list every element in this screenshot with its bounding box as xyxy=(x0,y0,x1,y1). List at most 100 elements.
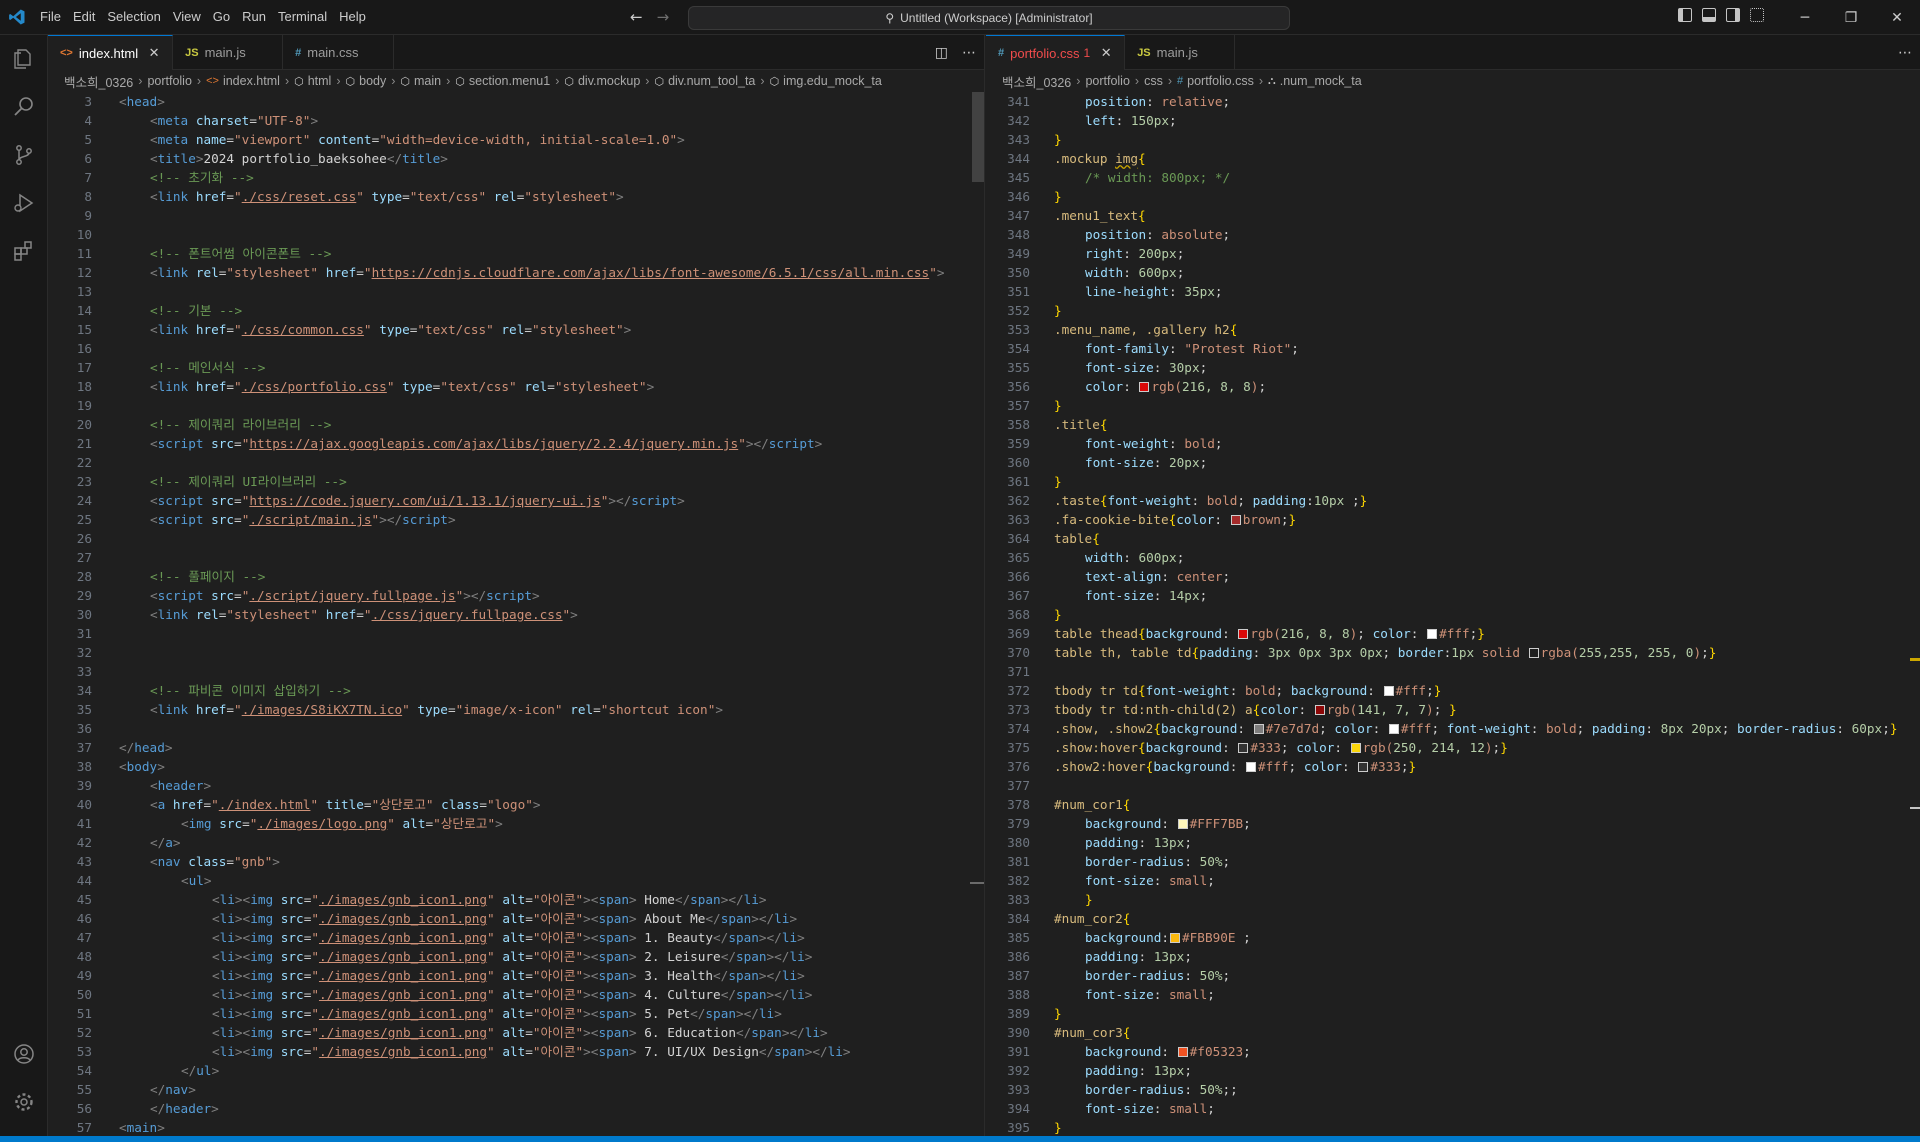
code-line[interactable]: 31 xyxy=(48,624,984,643)
menu-selection[interactable]: Selection xyxy=(101,6,166,28)
code-line[interactable]: 54 </ul> xyxy=(48,1061,984,1080)
code-line[interactable]: 28 <!-- 풀페이지 --> xyxy=(48,567,984,586)
code-line[interactable]: 26 xyxy=(48,529,984,548)
code-line[interactable]: 15 <link href="./css/common.css" type="te… xyxy=(48,320,984,339)
code-line[interactable]: 10 xyxy=(48,225,984,244)
code-line[interactable]: 44 <ul> xyxy=(48,871,984,890)
code-line[interactable]: 390 #num_cor3{ xyxy=(986,1023,1920,1042)
menu-go[interactable]: Go xyxy=(207,6,236,28)
run-debug-icon[interactable] xyxy=(0,179,48,227)
code-line[interactable]: 50 <li><img src="./images/gnb_icon1.png" … xyxy=(48,985,984,1004)
code-line[interactable]: 383} xyxy=(986,890,1920,909)
code-line[interactable]: 347 .menu1_text{ xyxy=(986,206,1920,225)
toggle-primary-sidebar-icon[interactable] xyxy=(1678,8,1692,22)
menu-help[interactable]: Help xyxy=(333,6,372,28)
code-line[interactable]: 369 table thead{background: rgb(216, 8, 8… xyxy=(986,624,1920,643)
code-line[interactable]: 364 table{ xyxy=(986,529,1920,548)
code-line[interactable]: 373 tbody tr td:nth-child(2) a{color: rgb… xyxy=(986,700,1920,719)
code-line[interactable]: 25 <script src="./script/main.js"></scrip… xyxy=(48,510,984,529)
code-line[interactable]: 22 xyxy=(48,453,984,472)
customize-layout-icon[interactable] xyxy=(1750,8,1764,22)
source-control-icon[interactable] xyxy=(0,131,48,179)
command-center-search[interactable]: ⚲ Untitled (Workspace) [Administrator] xyxy=(688,6,1290,30)
code-line[interactable]: 27 xyxy=(48,548,984,567)
menu-run[interactable]: Run xyxy=(236,6,272,28)
code-line[interactable]: 57 <main> xyxy=(48,1118,984,1136)
code-line[interactable]: 349 right: 200px; xyxy=(986,244,1920,263)
back-arrow-icon[interactable]: ← xyxy=(630,8,643,26)
code-line[interactable]: 23 <!-- 제이쿼리 UI라이브러리 --> xyxy=(48,472,984,491)
code-line[interactable]: 5 <meta name="viewport" content="width=de… xyxy=(48,130,984,149)
forward-arrow-icon[interactable]: → xyxy=(657,8,670,26)
code-line[interactable]: 51 <li><img src="./images/gnb_icon1.png" … xyxy=(48,1004,984,1023)
tab-portfolio-css[interactable]: # portfolio.css 1 ✕ xyxy=(986,35,1126,70)
code-line[interactable]: 381 border-radius: 50%; xyxy=(986,852,1920,871)
breadcrumb-item[interactable]: 백소희_0326 › xyxy=(64,72,147,91)
code-line[interactable]: 348 position: absolute; xyxy=(986,225,1920,244)
code-line[interactable]: 371 xyxy=(986,662,1920,681)
code-line[interactable]: 355 font-size: 30px; xyxy=(986,358,1920,377)
code-line[interactable]: 47 <li><img src="./images/gnb_icon1.png" … xyxy=(48,928,984,947)
code-line[interactable]: 42 </a> xyxy=(48,833,984,852)
code-line[interactable]: 389} xyxy=(986,1004,1920,1023)
menu-terminal[interactable]: Terminal xyxy=(272,6,333,28)
code-line[interactable]: 354 font-family: "Protest Riot"; xyxy=(986,339,1920,358)
breadcrumb-item[interactable]: css › xyxy=(1144,74,1177,88)
code-line[interactable]: 365 width: 600px; xyxy=(986,548,1920,567)
code-line[interactable]: 38 <body> xyxy=(48,757,984,776)
code-line[interactable]: 45 <li><img src="./images/gnb_icon1.png" … xyxy=(48,890,984,909)
code-line[interactable]: 370 table th, table td{padding: 3px 0px 3… xyxy=(986,643,1920,662)
code-line[interactable]: 56 </header> xyxy=(48,1099,984,1118)
code-line[interactable]: 49 <li><img src="./images/gnb_icon1.png" … xyxy=(48,966,984,985)
split-editor-icon[interactable]: ◫ xyxy=(935,45,948,61)
code-line[interactable]: 344 .mockup img{ xyxy=(986,149,1920,168)
code-line[interactable]: 342 left: 150px; xyxy=(986,111,1920,130)
code-line[interactable]: 7 <!-- 초기화 --> xyxy=(48,168,984,187)
breadcrumb-item[interactable]: ⬡ div.num_tool_ta › xyxy=(654,74,769,88)
code-line[interactable]: 32 xyxy=(48,643,984,662)
code-line[interactable]: 341 position: relative; xyxy=(986,92,1920,111)
breadcrumb-item[interactable]: portfolio › xyxy=(147,74,206,88)
code-line[interactable]: 6 <title>2024 portfolio_baeksohee</title> xyxy=(48,149,984,168)
minimize-icon[interactable]: ─ xyxy=(1782,0,1828,35)
code-line[interactable]: 53 <li><img src="./images/gnb_icon1.png" … xyxy=(48,1042,984,1061)
code-line[interactable]: 392 padding: 13px; xyxy=(986,1061,1920,1080)
breadcrumb-item[interactable]: ⬡ div.mockup › xyxy=(564,74,654,88)
code-line[interactable]: 378 #num_cor1{ xyxy=(986,795,1920,814)
code-line[interactable]: 18 <link href="./css/portfolio.css" type=… xyxy=(48,377,984,396)
code-line[interactable]: 3 <head> xyxy=(48,92,984,111)
code-line[interactable]: 39 <header> xyxy=(48,776,984,795)
code-line[interactable]: 11 <!-- 폰트어썸 아이콘폰트 --> xyxy=(48,244,984,263)
code-line[interactable]: 19 xyxy=(48,396,984,415)
close-tab-icon[interactable]: ✕ xyxy=(146,45,162,61)
code-line[interactable]: 17 <!-- 메인서식 --> xyxy=(48,358,984,377)
breadcrumb-item[interactable]: <> index.html › xyxy=(206,74,294,88)
code-line[interactable]: 9 xyxy=(48,206,984,225)
code-line[interactable]: 343} xyxy=(986,130,1920,149)
code-line[interactable]: 43 <nav class="gnb"> xyxy=(48,852,984,871)
restore-icon[interactable]: ❐ xyxy=(1828,0,1874,35)
tab-main-js[interactable]: JS main.js xyxy=(173,35,284,70)
code-line[interactable]: 358 .title{ xyxy=(986,415,1920,434)
code-line[interactable]: 362 .taste{font-weight: bold; padding:10p… xyxy=(986,491,1920,510)
search-icon[interactable] xyxy=(0,83,48,131)
code-line[interactable]: 350 width: 600px; xyxy=(986,263,1920,282)
menu-file[interactable]: File xyxy=(34,6,67,28)
code-line[interactable]: 387 border-radius: 50%; xyxy=(986,966,1920,985)
code-line[interactable]: 361} xyxy=(986,472,1920,491)
close-tab-icon[interactable]: ✕ xyxy=(1098,45,1114,61)
code-line[interactable]: 379 background: #FFF7BB; xyxy=(986,814,1920,833)
tab-main-css[interactable]: # main.css xyxy=(283,35,394,70)
code-line[interactable]: 388 font-size: small; xyxy=(986,985,1920,1004)
breadcrumb-item[interactable]: 백소희_0326 › xyxy=(1002,72,1085,91)
code-line[interactable]: 36 xyxy=(48,719,984,738)
code-line[interactable]: 377 xyxy=(986,776,1920,795)
accounts-icon[interactable] xyxy=(0,1030,48,1078)
explorer-icon[interactable] xyxy=(0,35,48,83)
tab-index-html[interactable]: <> index.html ✕ xyxy=(48,35,174,70)
code-line[interactable]: 375 .show:hover{background: #333; color: … xyxy=(986,738,1920,757)
code-line[interactable]: 359 font-weight: bold; xyxy=(986,434,1920,453)
code-line[interactable]: 20 <!-- 제이쿼리 라이브러리 --> xyxy=(48,415,984,434)
code-line[interactable]: 356 color: rgb(216, 8, 8); xyxy=(986,377,1920,396)
code-line[interactable]: 30 <link rel="stylesheet" href="./css/jqu… xyxy=(48,605,984,624)
